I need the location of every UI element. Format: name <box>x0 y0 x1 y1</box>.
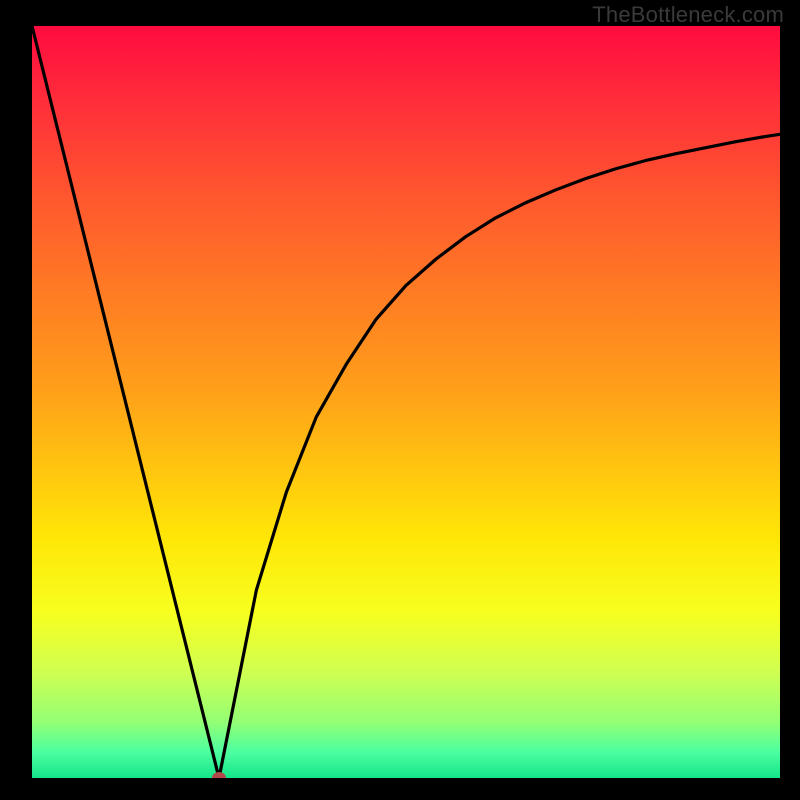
watermark-text: TheBottleneck.com <box>592 2 784 28</box>
minimum-marker <box>212 772 226 784</box>
plot-background <box>32 26 780 778</box>
chart-svg <box>0 0 800 800</box>
chart-stage: TheBottleneck.com <box>0 0 800 800</box>
